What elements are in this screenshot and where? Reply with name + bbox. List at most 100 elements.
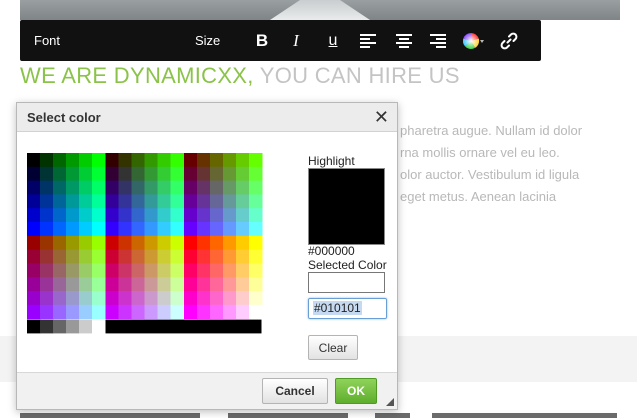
color-swatch[interactable] — [210, 180, 224, 195]
color-swatch[interactable] — [118, 166, 133, 182]
color-swatch[interactable] — [157, 153, 172, 168]
color-swatch[interactable] — [105, 180, 120, 195]
color-swatch[interactable] — [105, 194, 120, 209]
color-swatch[interactable] — [184, 249, 198, 264]
color-swatch[interactable] — [157, 194, 172, 209]
color-swatch[interactable] — [144, 166, 159, 182]
color-swatch[interactable] — [249, 291, 263, 306]
color-swatch[interactable] — [105, 208, 120, 223]
color-swatch[interactable] — [53, 194, 67, 209]
color-swatch[interactable] — [170, 291, 185, 306]
color-swatch[interactable] — [223, 194, 237, 209]
color-swatch[interactable] — [210, 249, 224, 264]
color-swatch[interactable] — [131, 277, 146, 292]
align-right-icon[interactable] — [425, 20, 451, 61]
color-swatch[interactable] — [79, 304, 93, 320]
color-swatch[interactable] — [223, 263, 237, 278]
align-left-icon[interactable] — [355, 20, 381, 61]
color-swatch[interactable] — [184, 166, 198, 182]
color-swatch[interactable] — [131, 208, 146, 223]
color-swatch[interactable] — [236, 235, 250, 251]
color-swatch[interactable] — [53, 235, 67, 251]
color-swatch[interactable] — [197, 291, 211, 306]
color-swatch[interactable] — [40, 153, 54, 168]
color-swatch[interactable] — [157, 249, 172, 264]
color-swatch[interactable] — [66, 222, 80, 237]
color-swatch[interactable] — [92, 222, 106, 237]
color-swatch[interactable] — [170, 263, 185, 278]
color-swatch[interactable] — [131, 263, 146, 278]
color-swatch[interactable] — [144, 291, 159, 306]
color-swatch[interactable] — [236, 304, 250, 320]
color-swatch[interactable] — [157, 180, 172, 195]
color-swatch[interactable] — [157, 263, 172, 278]
color-swatch[interactable] — [223, 249, 237, 264]
color-swatch[interactable] — [66, 291, 80, 306]
color-swatch[interactable] — [131, 194, 146, 209]
color-palette[interactable] — [27, 153, 272, 361]
color-swatch[interactable] — [131, 291, 146, 306]
color-swatch[interactable] — [53, 291, 67, 306]
color-swatch[interactable] — [118, 291, 133, 306]
color-swatch[interactable] — [197, 304, 211, 320]
color-swatch[interactable] — [249, 208, 263, 223]
color-swatch[interactable] — [79, 166, 93, 182]
color-swatch[interactable] — [144, 235, 159, 251]
resize-handle[interactable] — [386, 398, 394, 406]
color-swatch[interactable] — [184, 180, 198, 195]
color-swatch[interactable] — [79, 277, 93, 292]
color-swatch[interactable] — [223, 291, 237, 306]
color-swatch[interactable] — [157, 222, 172, 237]
color-swatch[interactable] — [79, 319, 93, 334]
color-swatch[interactable] — [105, 304, 120, 320]
color-swatch[interactable] — [131, 235, 146, 251]
color-swatch[interactable] — [131, 166, 146, 182]
underline-icon[interactable]: u — [320, 20, 346, 61]
color-swatch[interactable] — [236, 180, 250, 195]
color-swatch[interactable] — [249, 277, 263, 292]
align-center-icon[interactable] — [391, 20, 417, 61]
link-icon[interactable] — [496, 20, 522, 61]
color-swatch[interactable] — [197, 180, 211, 195]
color-swatch[interactable] — [53, 319, 67, 334]
color-swatch[interactable] — [27, 153, 41, 168]
color-swatch[interactable] — [27, 291, 41, 306]
color-swatch[interactable] — [66, 249, 80, 264]
color-swatch[interactable] — [118, 153, 133, 168]
color-swatch[interactable] — [27, 194, 41, 209]
color-swatch[interactable] — [170, 304, 185, 320]
color-swatch[interactable] — [197, 263, 211, 278]
color-swatch[interactable] — [184, 263, 198, 278]
color-swatch[interactable] — [170, 208, 185, 223]
color-swatch[interactable] — [105, 222, 120, 237]
color-swatch[interactable] — [53, 277, 67, 292]
color-swatch[interactable] — [170, 194, 185, 209]
color-swatch[interactable] — [170, 166, 185, 182]
color-swatch[interactable] — [105, 153, 120, 168]
color-swatch[interactable] — [184, 291, 198, 306]
color-swatch[interactable] — [118, 263, 133, 278]
color-swatch[interactable] — [40, 180, 54, 195]
color-swatch[interactable] — [131, 222, 146, 237]
color-swatch[interactable] — [170, 153, 185, 168]
color-swatch[interactable] — [197, 153, 211, 168]
color-swatch[interactable] — [197, 222, 211, 237]
color-swatch[interactable] — [170, 180, 185, 195]
size-dropdown[interactable]: Size — [195, 20, 220, 61]
color-swatch[interactable] — [53, 304, 67, 320]
color-swatch[interactable] — [144, 304, 159, 320]
text-color-icon[interactable] — [461, 20, 487, 61]
color-swatch[interactable] — [184, 222, 198, 237]
color-swatch[interactable] — [118, 180, 133, 195]
cancel-button[interactable]: Cancel — [262, 378, 328, 404]
color-swatch[interactable] — [27, 249, 41, 264]
color-swatch[interactable] — [223, 180, 237, 195]
color-swatch[interactable] — [131, 153, 146, 168]
color-swatch[interactable] — [144, 277, 159, 292]
color-swatch[interactable] — [66, 277, 80, 292]
color-swatch[interactable] — [210, 277, 224, 292]
color-swatch[interactable] — [27, 319, 41, 334]
color-swatch[interactable] — [223, 235, 237, 251]
color-swatch[interactable] — [92, 319, 106, 334]
color-swatch[interactable] — [197, 235, 211, 251]
